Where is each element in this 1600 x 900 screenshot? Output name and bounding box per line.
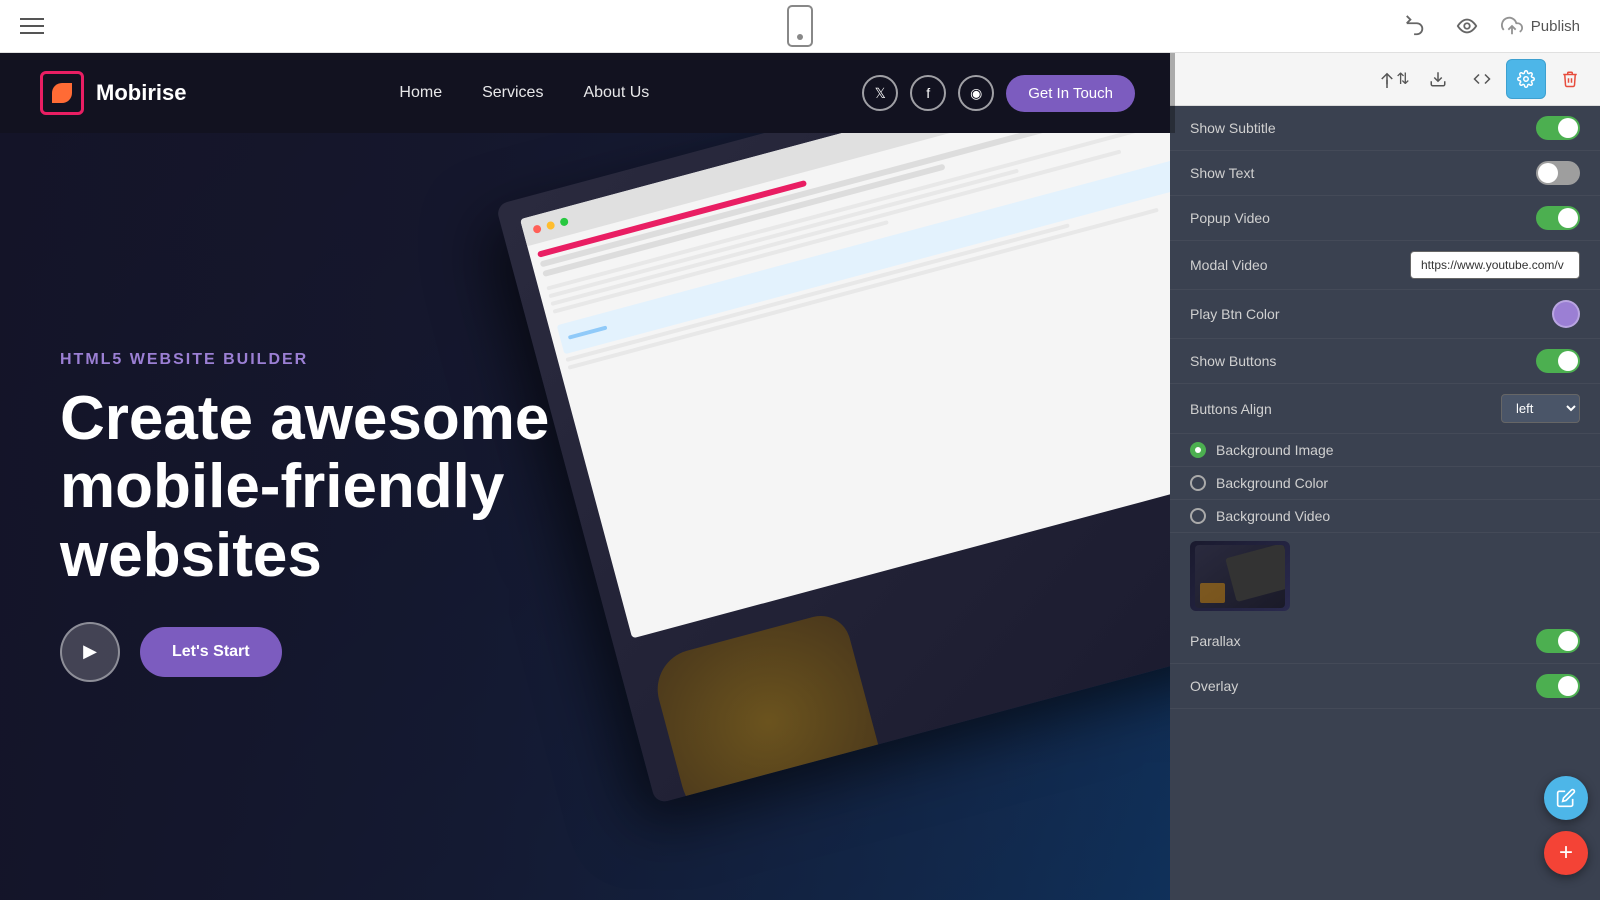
- play-btn-color-label: Play Btn Color: [1190, 306, 1279, 322]
- overlay-toggle[interactable]: [1536, 674, 1580, 698]
- hero-buttons: ▶ Let's Start: [60, 622, 760, 682]
- panel-code-button[interactable]: [1462, 59, 1502, 99]
- panel-sort-button[interactable]: ⇅: [1374, 59, 1414, 99]
- buttons-align-row: Buttons Align left center right: [1170, 384, 1600, 434]
- popup-video-toggle[interactable]: [1536, 206, 1580, 230]
- bg-thumbnail[interactable]: [1190, 541, 1290, 611]
- bg-image-row: Background Image: [1170, 434, 1600, 467]
- show-text-row: Show Text: [1170, 151, 1600, 196]
- nav-social: 𝕏 f ◉: [862, 75, 994, 111]
- brand-name: Mobirise: [96, 80, 186, 106]
- bg-color-label: Background Color: [1216, 475, 1328, 491]
- show-text-label: Show Text: [1190, 165, 1254, 181]
- modal-video-label: Modal Video: [1190, 257, 1268, 273]
- buttons-align-select[interactable]: left center right: [1501, 394, 1580, 423]
- get-in-touch-button[interactable]: Get In Touch: [1006, 75, 1135, 112]
- parallax-row: Parallax: [1170, 619, 1600, 664]
- lets-start-button[interactable]: Let's Start: [140, 627, 282, 677]
- play-icon: ▶: [83, 641, 97, 662]
- mobile-preview-icon[interactable]: [787, 5, 813, 47]
- toolbar-left: [20, 18, 44, 34]
- play-button[interactable]: ▶: [60, 622, 120, 682]
- thumbnail-laptop-icon: [1225, 545, 1285, 602]
- nav-link-about[interactable]: About Us: [583, 84, 649, 102]
- toggle-knob: [1558, 631, 1578, 651]
- panel-download-button[interactable]: [1418, 59, 1458, 99]
- panel-delete-button[interactable]: [1550, 59, 1590, 99]
- fab-edit-button[interactable]: [1544, 776, 1588, 820]
- publish-label: Publish: [1531, 18, 1580, 35]
- toolbar-center: [787, 5, 813, 47]
- website-preview: Mobirise Home Services About Us 𝕏 f ◉ Ge…: [0, 53, 1175, 900]
- instagram-icon[interactable]: ◉: [958, 75, 994, 111]
- nav-link-home[interactable]: Home: [399, 84, 442, 102]
- overlay-row: Overlay: [1170, 664, 1600, 709]
- bg-color-row: Background Color: [1170, 467, 1600, 500]
- hero-subtitle: HTML5 WEBSITE BUILDER: [60, 351, 760, 369]
- hero-title-line2: mobile-friendly websites: [60, 452, 504, 589]
- modal-video-row: Modal Video: [1170, 241, 1600, 290]
- toggle-knob: [1558, 351, 1578, 371]
- toggle-knob: [1558, 208, 1578, 228]
- publish-button[interactable]: Publish: [1501, 15, 1580, 37]
- parallax-label: Parallax: [1190, 633, 1241, 649]
- canvas-area: Mobirise Home Services About Us 𝕏 f ◉ Ge…: [0, 53, 1600, 900]
- panel-settings-button[interactable]: [1506, 59, 1546, 99]
- nav-right: 𝕏 f ◉ Get In Touch: [862, 75, 1135, 112]
- popup-video-row: Popup Video: [1170, 196, 1600, 241]
- show-buttons-row: Show Buttons: [1170, 339, 1600, 384]
- hero-title-line1: Create awesome: [60, 384, 549, 453]
- brand-icon-inner: [52, 83, 72, 103]
- panel-content[interactable]: Show Subtitle Show Text Popup Video: [1170, 106, 1600, 900]
- bg-video-radio[interactable]: [1190, 508, 1206, 524]
- bg-image-label: Background Image: [1216, 442, 1334, 458]
- hero-content: HTML5 WEBSITE BUILDER Create awesome mob…: [60, 351, 760, 682]
- nav-brand: Mobirise: [40, 71, 186, 115]
- fab-add-icon: +: [1559, 841, 1573, 865]
- play-btn-color-row: Play Btn Color: [1170, 290, 1600, 339]
- dot-yellow: [546, 221, 556, 231]
- toolbar-right: Publish: [1397, 8, 1580, 44]
- show-buttons-toggle[interactable]: [1536, 349, 1580, 373]
- twitter-icon[interactable]: 𝕏: [862, 75, 898, 111]
- toggle-knob: [1538, 163, 1558, 183]
- toggle-knob: [1558, 118, 1578, 138]
- toggle-knob: [1558, 676, 1578, 696]
- panel-toolbar: ⇅: [1170, 53, 1600, 106]
- undo-button[interactable]: [1397, 8, 1433, 44]
- brand-icon: [40, 71, 84, 115]
- show-subtitle-label: Show Subtitle: [1190, 120, 1276, 136]
- laptop-screen-body: [527, 133, 1175, 380]
- bg-color-radio[interactable]: [1190, 475, 1206, 491]
- show-subtitle-toggle[interactable]: [1536, 116, 1580, 140]
- popup-video-label: Popup Video: [1190, 210, 1270, 226]
- bg-image-radio[interactable]: [1190, 442, 1206, 458]
- fab-add-button[interactable]: +: [1544, 831, 1588, 875]
- facebook-icon[interactable]: f: [910, 75, 946, 111]
- preview-button[interactable]: [1449, 8, 1485, 44]
- bg-video-label: Background Video: [1216, 508, 1330, 524]
- overlay-label: Overlay: [1190, 678, 1238, 694]
- preview-nav: Mobirise Home Services About Us 𝕏 f ◉ Ge…: [0, 53, 1175, 133]
- right-panel: ⇅: [1170, 53, 1600, 900]
- modal-video-input[interactable]: [1410, 251, 1580, 279]
- nav-link-services[interactable]: Services: [482, 84, 543, 102]
- menu-button[interactable]: [20, 18, 44, 34]
- dot-green: [559, 217, 569, 227]
- buttons-align-label: Buttons Align: [1190, 401, 1272, 417]
- play-btn-color-swatch[interactable]: [1552, 300, 1580, 328]
- bg-thumbnail-inner: [1195, 545, 1285, 608]
- show-text-toggle[interactable]: [1536, 161, 1580, 185]
- top-toolbar: Publish: [0, 0, 1600, 53]
- show-buttons-label: Show Buttons: [1190, 353, 1276, 369]
- nav-links: Home Services About Us: [399, 84, 649, 102]
- hero-section: HTML5 WEBSITE BUILDER Create awesome mob…: [0, 133, 1175, 900]
- show-subtitle-row: Show Subtitle: [1170, 106, 1600, 151]
- bg-video-row: Background Video: [1170, 500, 1600, 533]
- hero-title: Create awesome mobile-friendly websites: [60, 385, 760, 590]
- dot-red: [532, 224, 542, 234]
- parallax-toggle[interactable]: [1536, 629, 1580, 653]
